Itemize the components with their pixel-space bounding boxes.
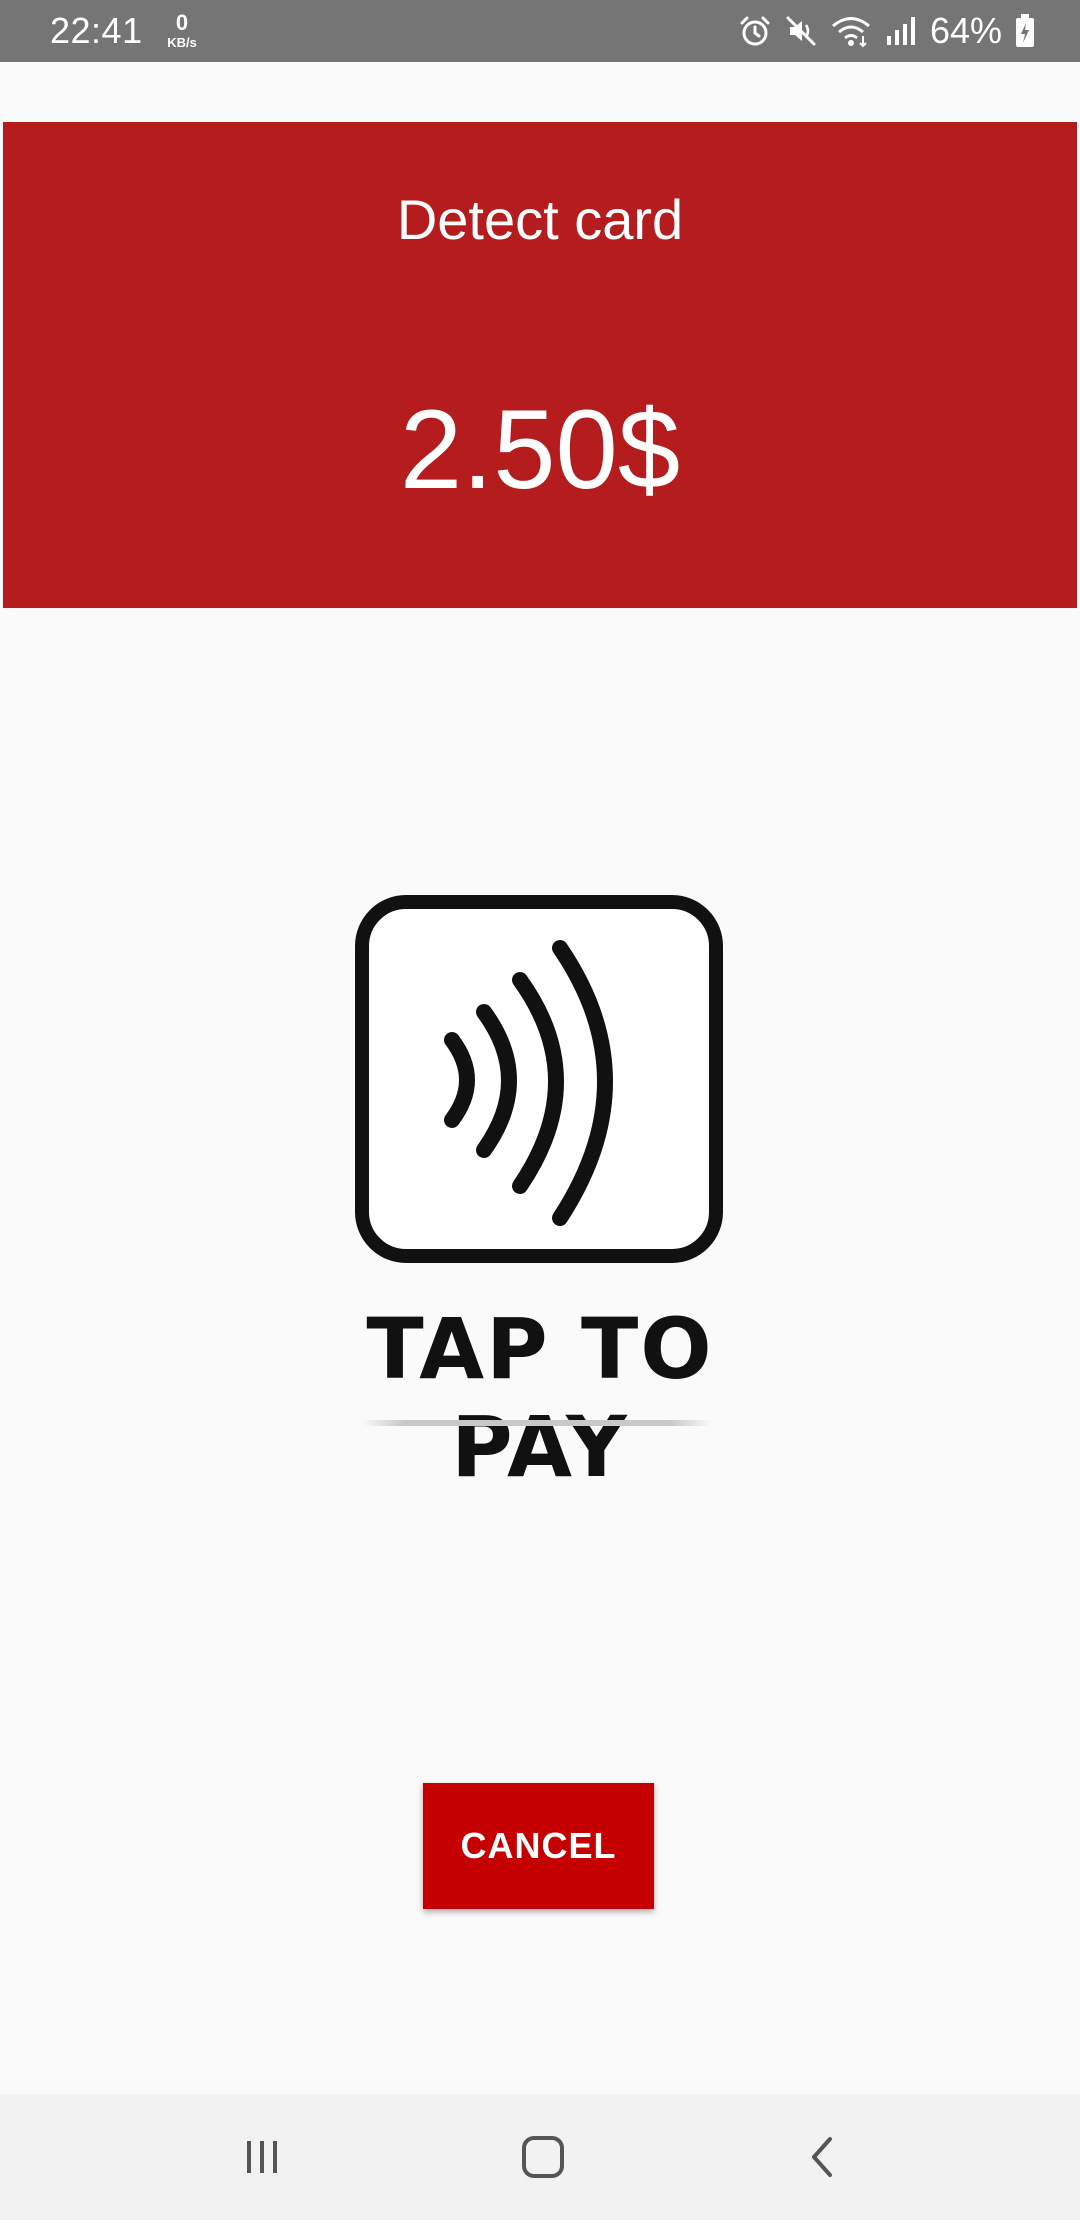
signal-icon <box>884 14 918 48</box>
back-icon <box>812 2137 832 2177</box>
payment-amount: 2.50$ <box>399 387 681 512</box>
battery-percent: 64% <box>929 10 1002 51</box>
recent-apps-button[interactable] <box>202 2094 322 2220</box>
alarm-icon <box>738 14 772 48</box>
payment-header: Detect card 2.50$ <box>3 122 1077 608</box>
contactless-icon <box>355 895 723 1263</box>
recent-apps-icon <box>247 2141 277 2173</box>
divider <box>362 1420 712 1426</box>
cancel-button[interactable]: CANCEL <box>423 1783 654 1909</box>
network-speed: 0 KB/s <box>162 10 202 50</box>
network-speed-value: 0 <box>175 10 189 35</box>
tap-to-pay-illustration: TAP TO PAY <box>300 880 780 1496</box>
status-bar: 22:41 0 KB/s 64% <box>0 0 1080 62</box>
mute-icon <box>784 14 818 48</box>
home-icon <box>522 2136 564 2178</box>
navigation-bar <box>0 2094 1080 2220</box>
tap-to-pay-label: TAP TO PAY <box>366 1300 714 1496</box>
network-speed-unit: KB/s <box>167 35 197 50</box>
page-title: Detect card <box>396 188 684 251</box>
status-icons: 64% <box>738 10 1036 52</box>
battery-icon <box>1014 13 1036 49</box>
wifi-icon <box>830 14 872 48</box>
back-button[interactable] <box>764 2094 884 2220</box>
status-time: 22:41 <box>50 10 143 51</box>
home-button[interactable] <box>483 2094 603 2220</box>
